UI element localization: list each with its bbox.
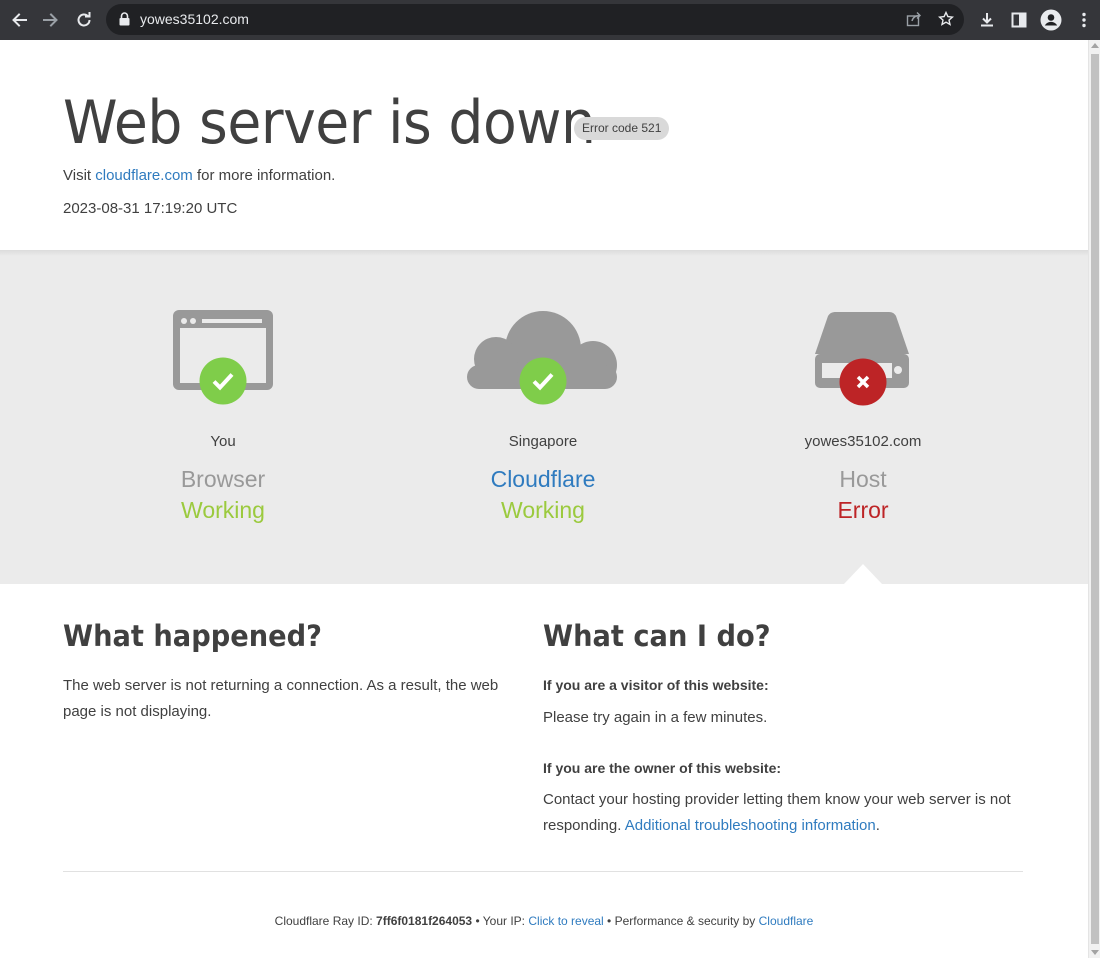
status-band: [0, 250, 1088, 584]
star-icon[interactable]: [936, 9, 956, 29]
footer-sep-perf: • Performance & security by: [603, 914, 759, 928]
footer-sep-ip: • Your IP:: [472, 914, 529, 928]
page-title: Web server is down: [63, 88, 596, 158]
share-icon[interactable]: [904, 9, 924, 29]
error-pointer: [843, 564, 883, 585]
owner-text: Contact your hosting provider letting th…: [543, 787, 1025, 839]
side-panel-icon[interactable]: [1006, 7, 1032, 33]
ray-id: 7ff6f0181f264053: [376, 914, 473, 928]
reload-icon[interactable]: [71, 7, 97, 33]
footer-divider: [63, 871, 1023, 872]
back-arrow-icon[interactable]: [6, 7, 32, 33]
what-happened-title: What happened?: [63, 619, 322, 653]
check-icon: [519, 357, 567, 410]
visit-suffix: for more information.: [192, 167, 336, 184]
status-location-singapore: Singapore: [508, 433, 578, 450]
vertical-scrollbar[interactable]: [1088, 40, 1100, 958]
footer-cloudflare-link[interactable]: Cloudflare: [759, 914, 814, 928]
owner-text-end: .: [875, 817, 880, 834]
status-location-you: You: [210, 433, 236, 450]
download-icon[interactable]: [974, 7, 1000, 33]
status-state-cloudflare: Working: [501, 497, 585, 523]
what-can-i-do-title: What can I do?: [543, 619, 771, 653]
status-band-shadow: [0, 250, 1088, 256]
status-role-browser: Browser: [180, 466, 266, 492]
visit-prefix: Visit: [63, 167, 96, 184]
x-icon: [839, 358, 887, 411]
browser-toolbar: yowes35102.com: [0, 0, 1100, 40]
url-text[interactable]: yowes35102.com: [140, 11, 249, 27]
ray-label: Cloudflare Ray ID:: [274, 914, 377, 928]
troubleshooting-link[interactable]: Additional troubleshooting information: [625, 817, 876, 834]
visitor-heading: If you are a visitor of this website:: [543, 677, 769, 693]
what-happened-text: The web server is not returning a connec…: [63, 677, 499, 720]
status-state-browser: Working: [181, 497, 265, 523]
status-location-host: yowes35102.com: [804, 433, 922, 450]
address-bar[interactable]: yowes35102.com: [106, 4, 964, 35]
visitor-text: Please try again in a few minutes.: [543, 709, 768, 726]
status-state-host: Error: [837, 497, 889, 523]
kebab-menu-icon[interactable]: [1071, 7, 1097, 33]
timestamp: 2023-08-31 17:19:20 UTC: [63, 200, 238, 217]
reveal-ip-link[interactable]: Click to reveal: [528, 914, 603, 928]
visit-line: Visit cloudflare.com for more informatio…: [63, 167, 335, 184]
status-role-cloudflare[interactable]: Cloudflare: [383, 466, 703, 493]
error-code-badge: Error code 521: [574, 117, 670, 140]
footer: Cloudflare Ray ID: 7ff6f0181f264053 • Yo…: [0, 914, 1088, 928]
status-role-host: Host: [839, 466, 887, 492]
scroll-thumb[interactable]: [1091, 54, 1099, 944]
owner-heading: If you are the owner of this website:: [543, 760, 782, 776]
cloudflare-link[interactable]: cloudflare.com: [95, 167, 193, 184]
check-icon: [199, 357, 247, 410]
scroll-down-arrow-icon[interactable]: [1091, 950, 1099, 955]
scroll-up-arrow-icon[interactable]: [1091, 43, 1099, 48]
lock-icon[interactable]: [119, 12, 130, 31]
forward-arrow-icon[interactable]: [38, 7, 64, 33]
profile-icon[interactable]: [1038, 7, 1064, 33]
